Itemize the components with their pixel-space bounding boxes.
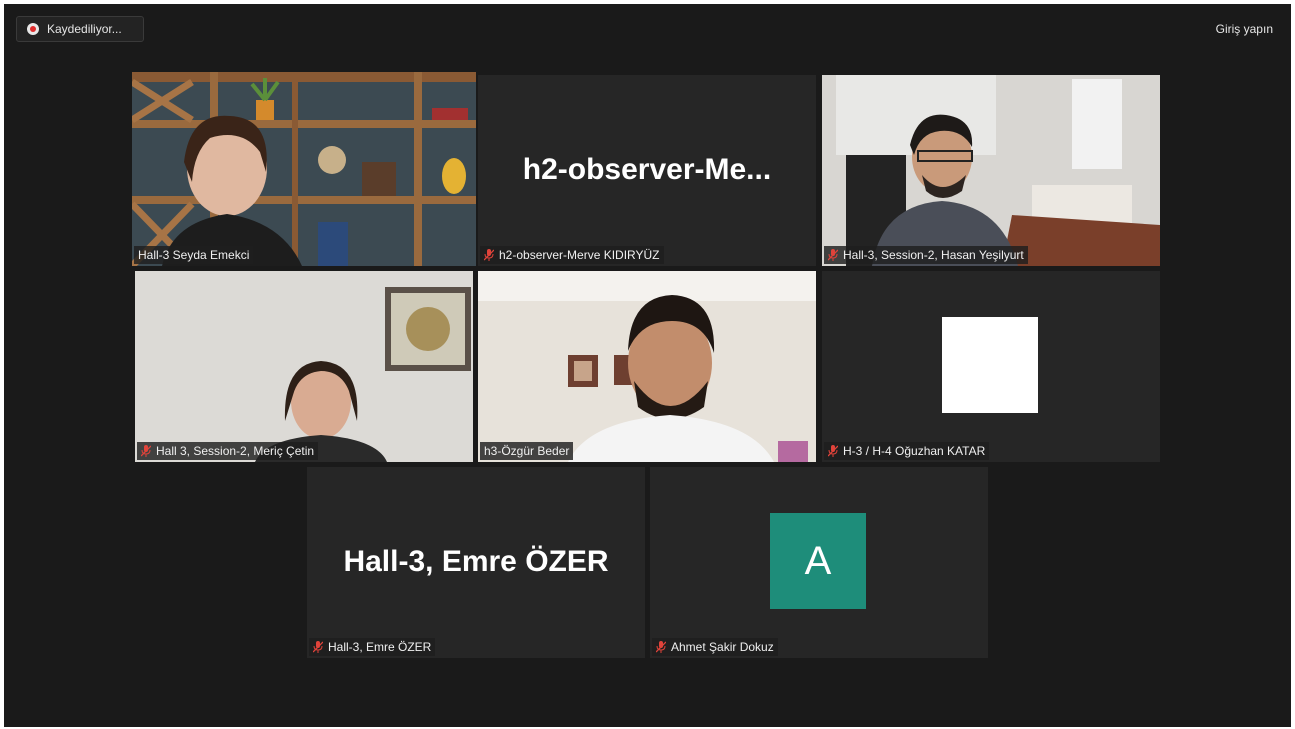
video-feed <box>478 271 816 462</box>
participant-name: Hall-3, Session-2, Hasan Yeşilyurt <box>843 248 1024 262</box>
participant-name: H-3 / H-4 Oğuzhan KATAR <box>843 444 986 458</box>
participant-name-tag: H-3 / H-4 Oğuzhan KATAR <box>824 442 990 460</box>
participant-name-tag: Hall-3, Session-2, Hasan Yeşilyurt <box>824 246 1028 264</box>
participant-name: h2-observer-Merve KIDIRYÜZ <box>499 248 660 262</box>
participant-name-tag: Hall 3, Session-2, Meriç Çetin <box>137 442 319 460</box>
video-feed <box>135 271 473 462</box>
participant-avatar: A <box>770 513 866 609</box>
participant-name: Hall-3, Emre ÖZER <box>328 640 432 654</box>
mic-muted-icon <box>313 641 323 653</box>
mic-muted-icon <box>484 249 494 261</box>
recording-label: Kaydediliyor... <box>47 22 122 36</box>
record-icon <box>27 23 39 35</box>
participant-name-tag: Hall-3 Seyda Emekci <box>134 246 254 264</box>
mic-muted-icon <box>656 641 666 653</box>
signin-link[interactable]: Giriş yapın <box>1216 22 1273 36</box>
participant-tile[interactable]: A Ahmet Şakir Dokuz <box>650 467 988 658</box>
video-feed <box>132 72 476 266</box>
participant-tile[interactable]: h3-Özgür Beder <box>478 271 816 462</box>
participant-name: Ahmet Şakir Dokuz <box>671 640 774 654</box>
participant-name-tag: h3-Özgür Beder <box>480 442 574 460</box>
participant-name: Hall 3, Session-2, Meriç Çetin <box>156 444 315 458</box>
participant-display-name: h2-observer-Me... <box>522 153 772 186</box>
recording-indicator[interactable]: Kaydediliyor... <box>16 16 144 42</box>
participant-tile[interactable]: Hall-3, Session-2, Hasan Yeşilyurt <box>822 75 1160 266</box>
participant-name-tag: h2-observer-Merve KIDIRYÜZ <box>480 246 664 264</box>
mic-muted-icon <box>828 445 838 457</box>
participant-tile[interactable]: Hall-3 Seyda Emekci <box>132 72 476 266</box>
participant-display-name: Hall-3, Emre ÖZER <box>343 545 609 578</box>
participant-name: Hall-3 Seyda Emekci <box>138 248 250 262</box>
video-feed <box>822 75 1160 266</box>
participant-profile-image <box>942 317 1038 413</box>
participant-tile[interactable]: h2-observer-Me... h2-observer-Merve KIDI… <box>478 75 816 266</box>
participant-name: h3-Özgür Beder <box>484 444 570 458</box>
participant-tile[interactable]: Hall-3, Emre ÖZER Hall-3, Emre ÖZER <box>307 467 645 658</box>
participant-name-tag: Hall-3, Emre ÖZER <box>309 638 436 656</box>
participant-name-tag: Ahmet Şakir Dokuz <box>652 638 778 656</box>
mic-muted-icon <box>828 249 838 261</box>
participant-tile[interactable]: Hall 3, Session-2, Meriç Çetin <box>135 271 473 462</box>
mic-muted-icon <box>141 445 151 457</box>
meeting-window: Kaydediliyor... Giriş yapın Hall-3 Seyda… <box>4 4 1291 727</box>
participant-tile[interactable]: H-3 / H-4 Oğuzhan KATAR <box>822 271 1160 462</box>
